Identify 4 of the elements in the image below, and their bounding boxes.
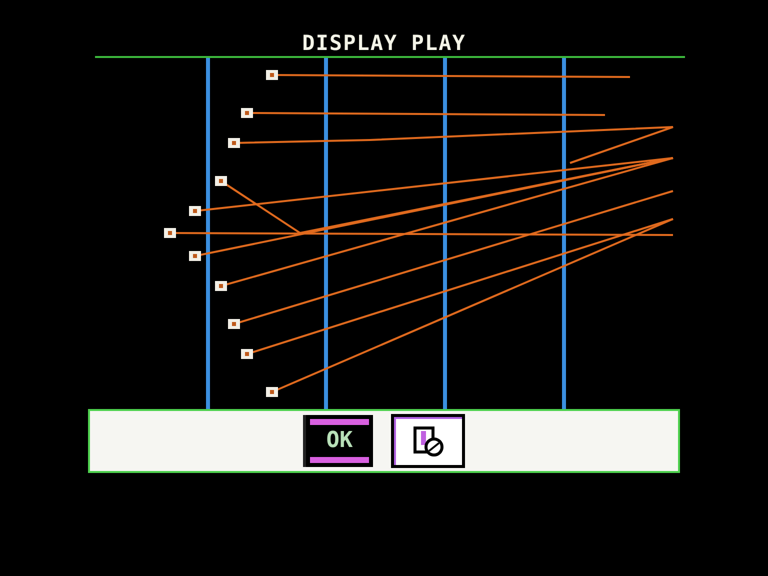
screen-title: DISPLAY PLAY	[302, 31, 466, 55]
document-icon	[412, 425, 444, 457]
ok-button[interactable]: OK	[303, 415, 373, 467]
icon-button[interactable]	[391, 414, 465, 468]
